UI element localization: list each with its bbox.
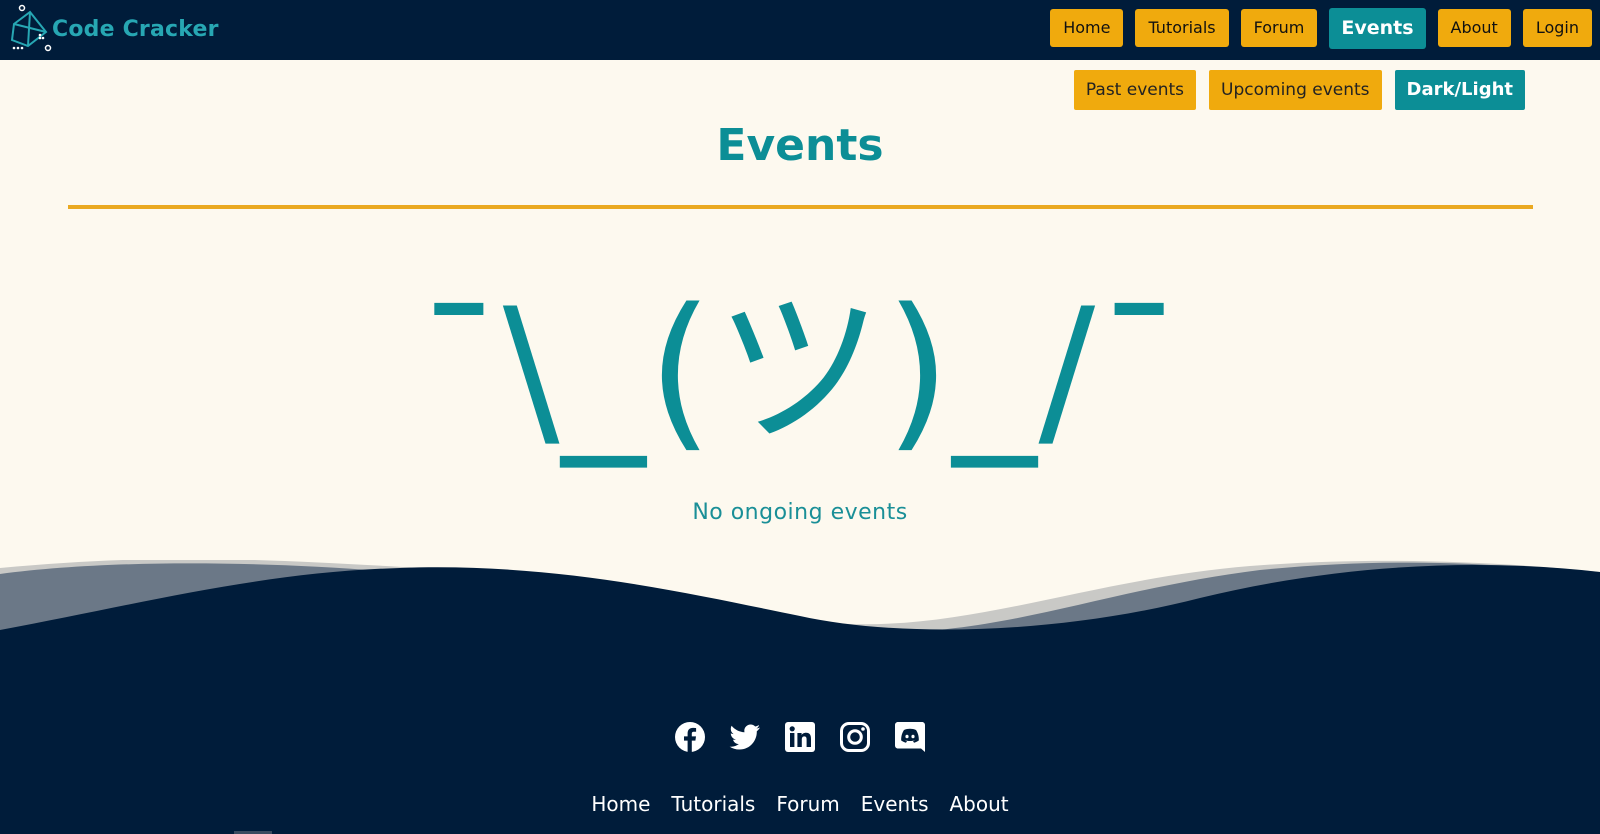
event-filter-bar: Past events Upcoming events Dark/Light	[1073, 70, 1525, 110]
footer-nav: Home Tutorials Forum Events About	[0, 792, 1600, 816]
empty-state-message: No ongoing events	[692, 500, 908, 525]
footer-link-events[interactable]: Events	[861, 792, 929, 816]
linkedin-icon[interactable]	[784, 721, 816, 753]
page-title: Events	[716, 120, 884, 171]
social-links	[0, 721, 1600, 753]
top-navbar: Code Cracker Home Tutorials Forum Events…	[0, 0, 1600, 60]
theme-toggle-button[interactable]: Dark/Light	[1394, 70, 1525, 110]
nav-about[interactable]: About	[1437, 9, 1511, 47]
title-divider	[68, 205, 1533, 209]
past-events-button[interactable]: Past events	[1073, 70, 1197, 110]
facebook-icon[interactable]	[674, 721, 706, 753]
brand-logo[interactable]: Code Cracker	[6, 2, 219, 54]
footer-link-home[interactable]: Home	[591, 792, 650, 816]
nav-forum[interactable]: Forum	[1240, 9, 1318, 47]
discord-icon[interactable]	[894, 721, 926, 753]
shrug-emoticon: ¯\_(ツ)_/¯	[416, 272, 1184, 468]
instagram-icon[interactable]	[839, 721, 871, 753]
upcoming-events-button[interactable]: Upcoming events	[1209, 70, 1382, 110]
footer-link-forum[interactable]: Forum	[776, 792, 839, 816]
main-nav: Home Tutorials Forum Events About Login	[1050, 8, 1592, 49]
footer-link-tutorials[interactable]: Tutorials	[671, 792, 755, 816]
nav-events[interactable]: Events	[1329, 8, 1426, 49]
nav-home[interactable]: Home	[1050, 9, 1124, 47]
nav-tutorials[interactable]: Tutorials	[1135, 9, 1229, 47]
footer-link-about[interactable]: About	[950, 792, 1009, 816]
twitter-icon[interactable]	[729, 721, 761, 753]
site-footer: Home Tutorials Forum Events About	[0, 640, 1600, 834]
code-cracker-logo-icon	[10, 4, 52, 52]
nav-login[interactable]: Login	[1522, 9, 1592, 47]
brand-name: Code Cracker	[52, 16, 219, 42]
